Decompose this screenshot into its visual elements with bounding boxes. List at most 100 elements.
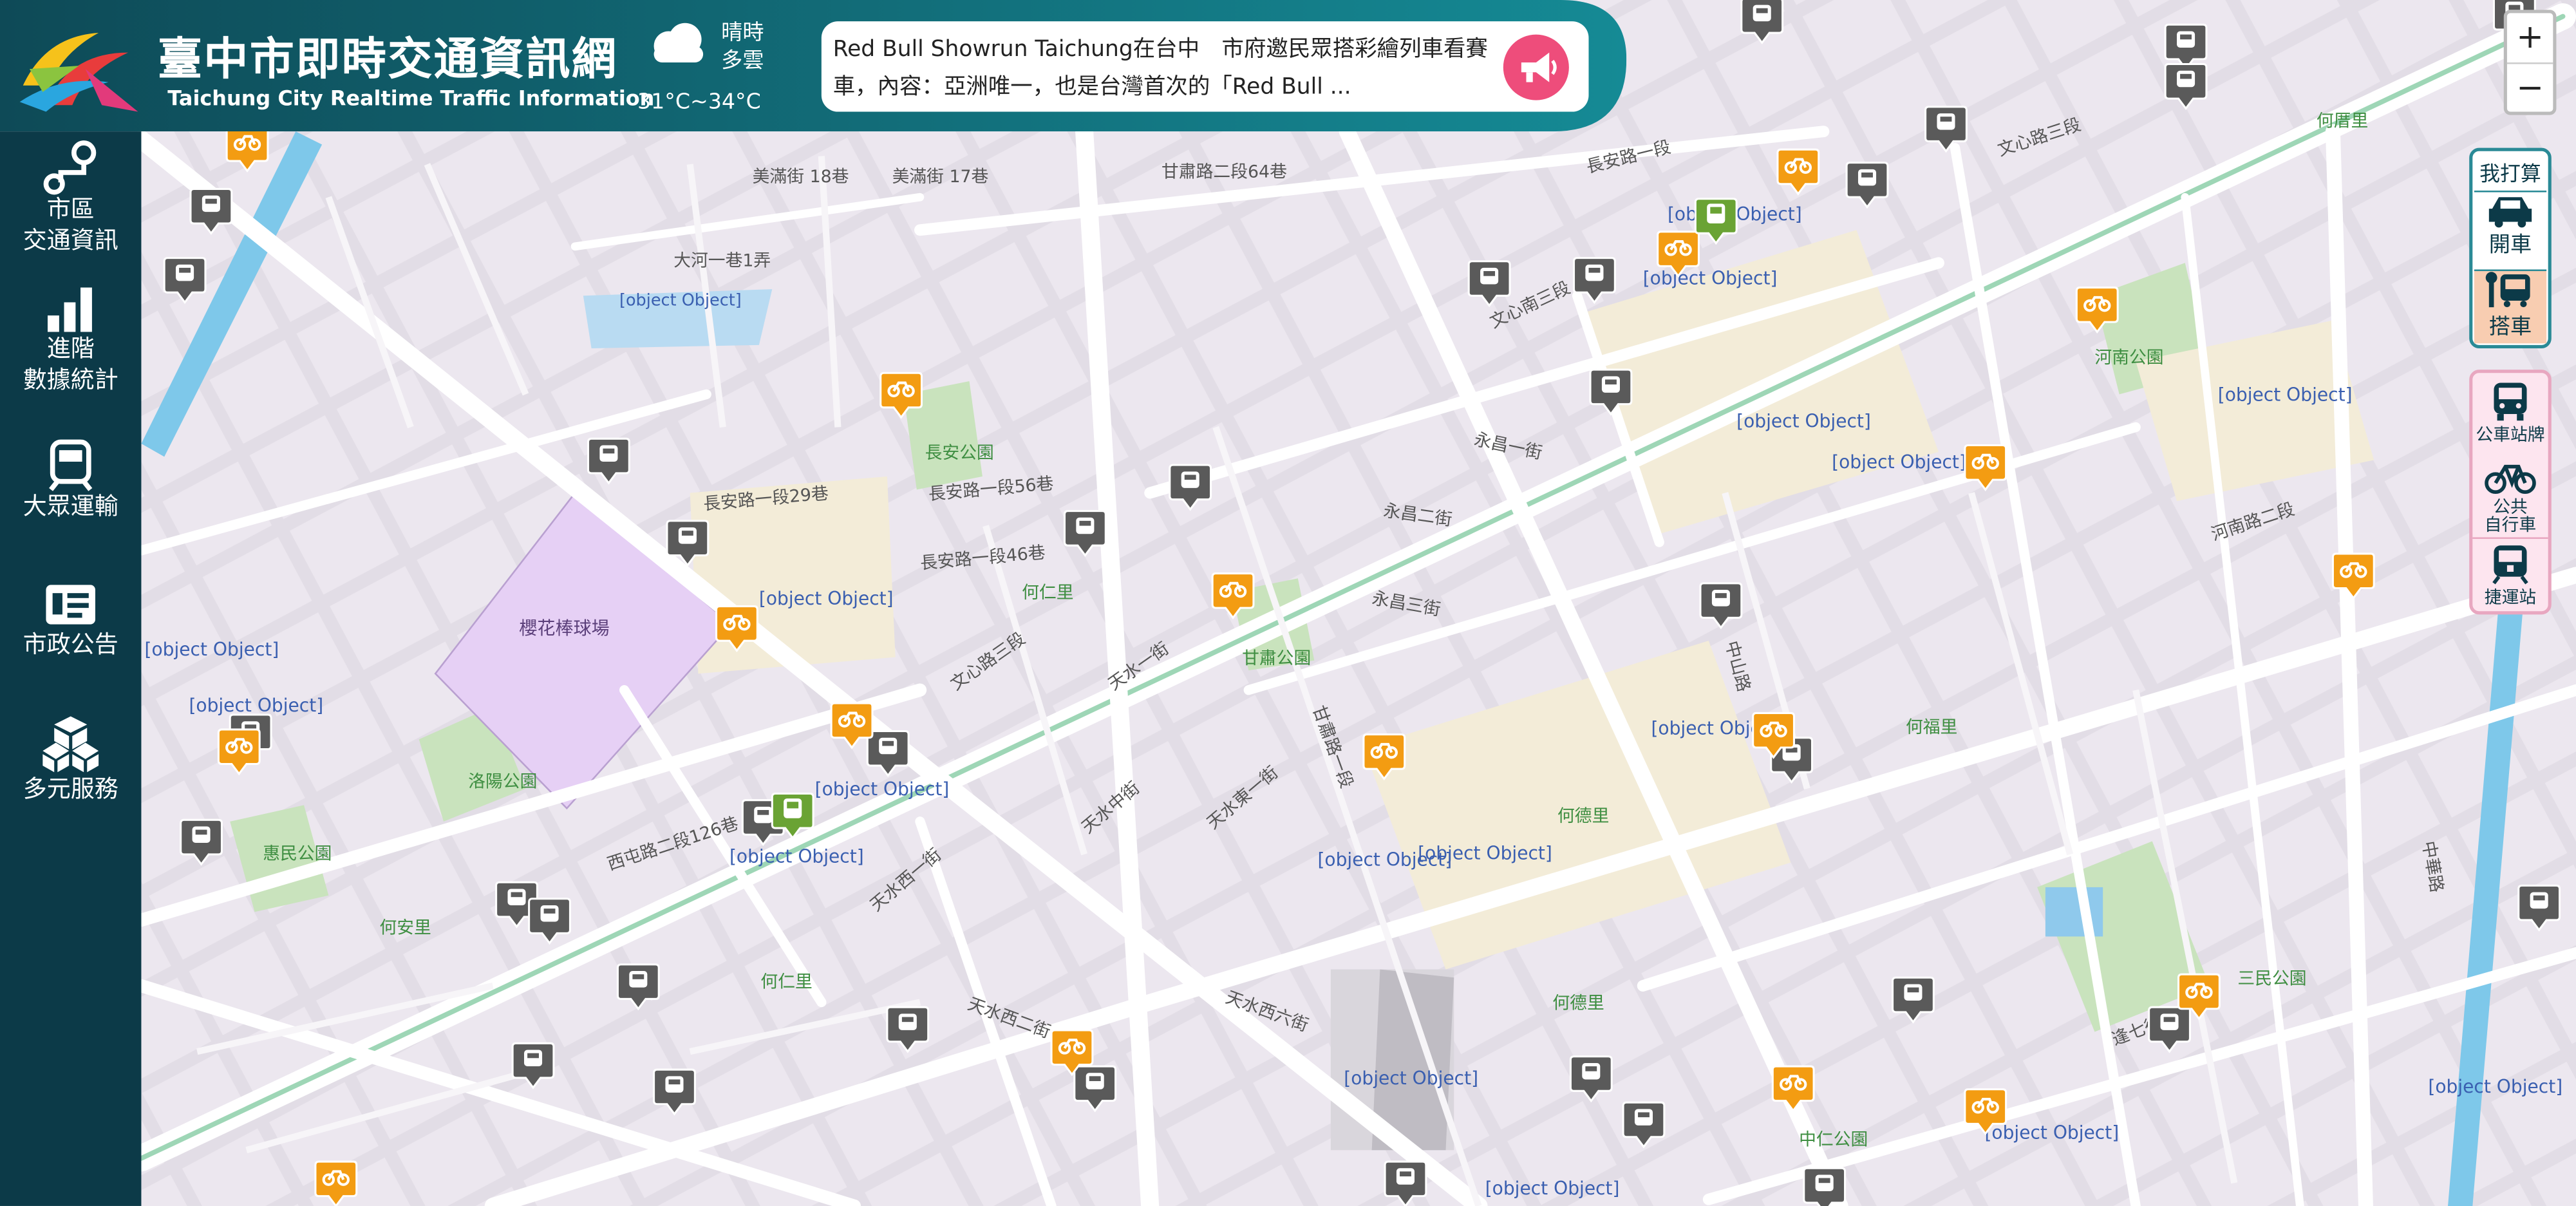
bus-stop-pin[interactable] (1384, 1158, 1428, 1206)
bus-stop-pin[interactable] (616, 961, 661, 1011)
bus-stop-pin[interactable] (527, 896, 572, 945)
sidebar-item-notice[interactable]: 市政公告 (0, 578, 141, 662)
bus-icon (528, 898, 571, 945)
bus-stop-pin[interactable] (1622, 1099, 1666, 1149)
bus-stop-pin[interactable] (1063, 507, 1107, 558)
bicycle-icon (1964, 444, 2007, 491)
bike-station-pin[interactable] (879, 370, 923, 419)
bike-station-pin[interactable] (1963, 442, 2007, 491)
bus-stop-pin[interactable] (1168, 462, 1212, 511)
bus-icon (511, 1042, 555, 1089)
service-panel: 公車站牌 公共 自行車 捷運站 (2469, 370, 2552, 615)
zoom-out-button[interactable]: − (2507, 64, 2553, 114)
bike-station-pin[interactable] (217, 726, 261, 776)
bus-icon (2517, 884, 2561, 932)
service-public-bike[interactable]: 公共 自行車 (2472, 458, 2548, 536)
metro-station-pin[interactable] (771, 790, 815, 840)
park-label: 長安公園 (925, 443, 994, 464)
bus-icon (2494, 382, 2527, 421)
bike-station-pin[interactable] (2075, 284, 2120, 334)
sidebar-item-label: 大眾運輸 (23, 495, 118, 521)
bus-stop-pin[interactable] (1467, 258, 1512, 308)
road-label: 美滿街 18巷 (752, 167, 849, 187)
bus-icon (1589, 368, 1633, 416)
bus-stop-pin[interactable] (2164, 61, 2208, 110)
bike-station-pin[interactable] (1751, 710, 1796, 759)
park-label: 河南公園 (2094, 348, 2164, 368)
bike-station-pin[interactable] (715, 603, 759, 653)
bus-icon (1892, 976, 1935, 1024)
park-label: 甘肅公園 (1242, 648, 1312, 669)
bicycle-icon (1776, 148, 1820, 196)
bicycle-icon (2177, 973, 2221, 1021)
service-bus-stops[interactable]: 公車站牌 (2472, 379, 2548, 445)
news-button[interactable] (1503, 34, 1569, 100)
bike-station-pin[interactable] (1211, 570, 1255, 619)
bus-stop-pin[interactable] (652, 1066, 697, 1116)
service-metro[interactable]: 捷運站 (2472, 537, 2548, 608)
bus-icon (180, 818, 223, 866)
news-ticker[interactable]: Red Bull Showrun Taichung在台中 市府邀民眾搭彩繪列車看… (821, 21, 1589, 112)
plan-panel: 我打算 開車 搭車 (2469, 147, 2552, 348)
sidebar-item-label: 進階 數據統計 (23, 337, 118, 395)
poi-label: [object Object] (758, 588, 894, 610)
bicycle-icon (1771, 1065, 1815, 1113)
bicycle-icon (715, 605, 758, 653)
bicycle-icon (830, 702, 874, 749)
park-label: 何仁里 (760, 972, 813, 993)
sidebar-item-label: 市政公告 (23, 632, 118, 659)
zoom-in-button[interactable]: + (2507, 13, 2553, 62)
bus-stop-pin[interactable] (1740, 0, 1784, 44)
bus-stop-pin[interactable] (189, 185, 233, 235)
metro-icon (1694, 198, 1738, 245)
sidebar-item-services[interactable]: 多元服務 (0, 713, 141, 806)
bus-icon (2164, 62, 2208, 110)
bus-stop-pin[interactable] (1588, 366, 1633, 416)
park-label: 三民公園 (2237, 969, 2307, 990)
sidebar-item-statistics[interactable]: 進階 數據統計 (0, 283, 141, 398)
plan-option-drive[interactable]: 開車 (2474, 190, 2547, 268)
bicycle-icon (314, 1160, 358, 1206)
bus-stop-pin[interactable] (2517, 882, 2561, 932)
site-subtitle: Taichung City Realtime Traffic Informati… (167, 85, 655, 110)
bike-station-pin[interactable] (830, 700, 874, 749)
bike-station-pin[interactable] (1362, 731, 1406, 781)
map-canvas[interactable]: 美滿街 18巷 美滿街 17巷 甘肅路二段64巷 長安路一段 文心路三段 大河一… (0, 0, 2576, 1206)
bike-station-pin[interactable] (1771, 1063, 1816, 1113)
bike-station-pin[interactable] (2177, 971, 2221, 1021)
weather-description: 晴時多雲 (721, 21, 764, 74)
bus-stop-pin[interactable] (665, 518, 710, 567)
bike-station-pin[interactable] (2331, 551, 2376, 600)
park-label: 惠民公園 (263, 844, 332, 865)
sidebar-item-traffic[interactable]: 市區 交通資訊 (0, 140, 141, 258)
site-title: 臺中市即時交通資訊網 (157, 34, 618, 86)
plan-option-transit[interactable]: 搭車 (2474, 269, 2547, 344)
cubes-icon (42, 716, 99, 773)
bus-icon (1803, 1167, 1847, 1206)
bike-station-pin[interactable] (1050, 1027, 1095, 1077)
bus-stop-pin[interactable] (1802, 1165, 1847, 1206)
bus-stop-pin[interactable] (511, 1040, 556, 1089)
bus-stop-pin[interactable] (1572, 255, 1617, 305)
bus-stop-pin[interactable] (1845, 160, 1890, 209)
bus-stop-pin[interactable] (1698, 580, 1743, 630)
bike-station-pin[interactable] (314, 1158, 358, 1206)
bus-stop-pin[interactable] (587, 435, 631, 485)
sidebar-item-transit[interactable]: 大眾運輸 (0, 437, 141, 524)
bus-stop-pin[interactable] (179, 816, 223, 866)
bus-stop-pin[interactable] (163, 255, 207, 305)
park-label: 何福里 (1905, 718, 1958, 738)
bus-stop-pin[interactable] (1924, 104, 1968, 153)
news-text[interactable]: Red Bull Showrun Taichung在台中 市府邀民眾搭彩繪列車看… (833, 31, 1490, 106)
service-label: 捷運站 (2484, 588, 2537, 608)
bus-icon (1467, 260, 1511, 308)
bicycle-icon (1964, 1088, 2007, 1136)
bike-station-pin[interactable] (1776, 146, 1820, 196)
bus-stop-pin[interactable] (1569, 1053, 1613, 1103)
metro-station-pin[interactable] (1694, 196, 1738, 245)
bus-stop-pin[interactable] (885, 1004, 930, 1053)
bike-station-pin[interactable] (1963, 1086, 2007, 1136)
poi-label: [object Object] (1317, 849, 1453, 871)
bus-stop-pin[interactable] (1891, 974, 1935, 1024)
poi-label: [object Object] (1832, 451, 1966, 473)
